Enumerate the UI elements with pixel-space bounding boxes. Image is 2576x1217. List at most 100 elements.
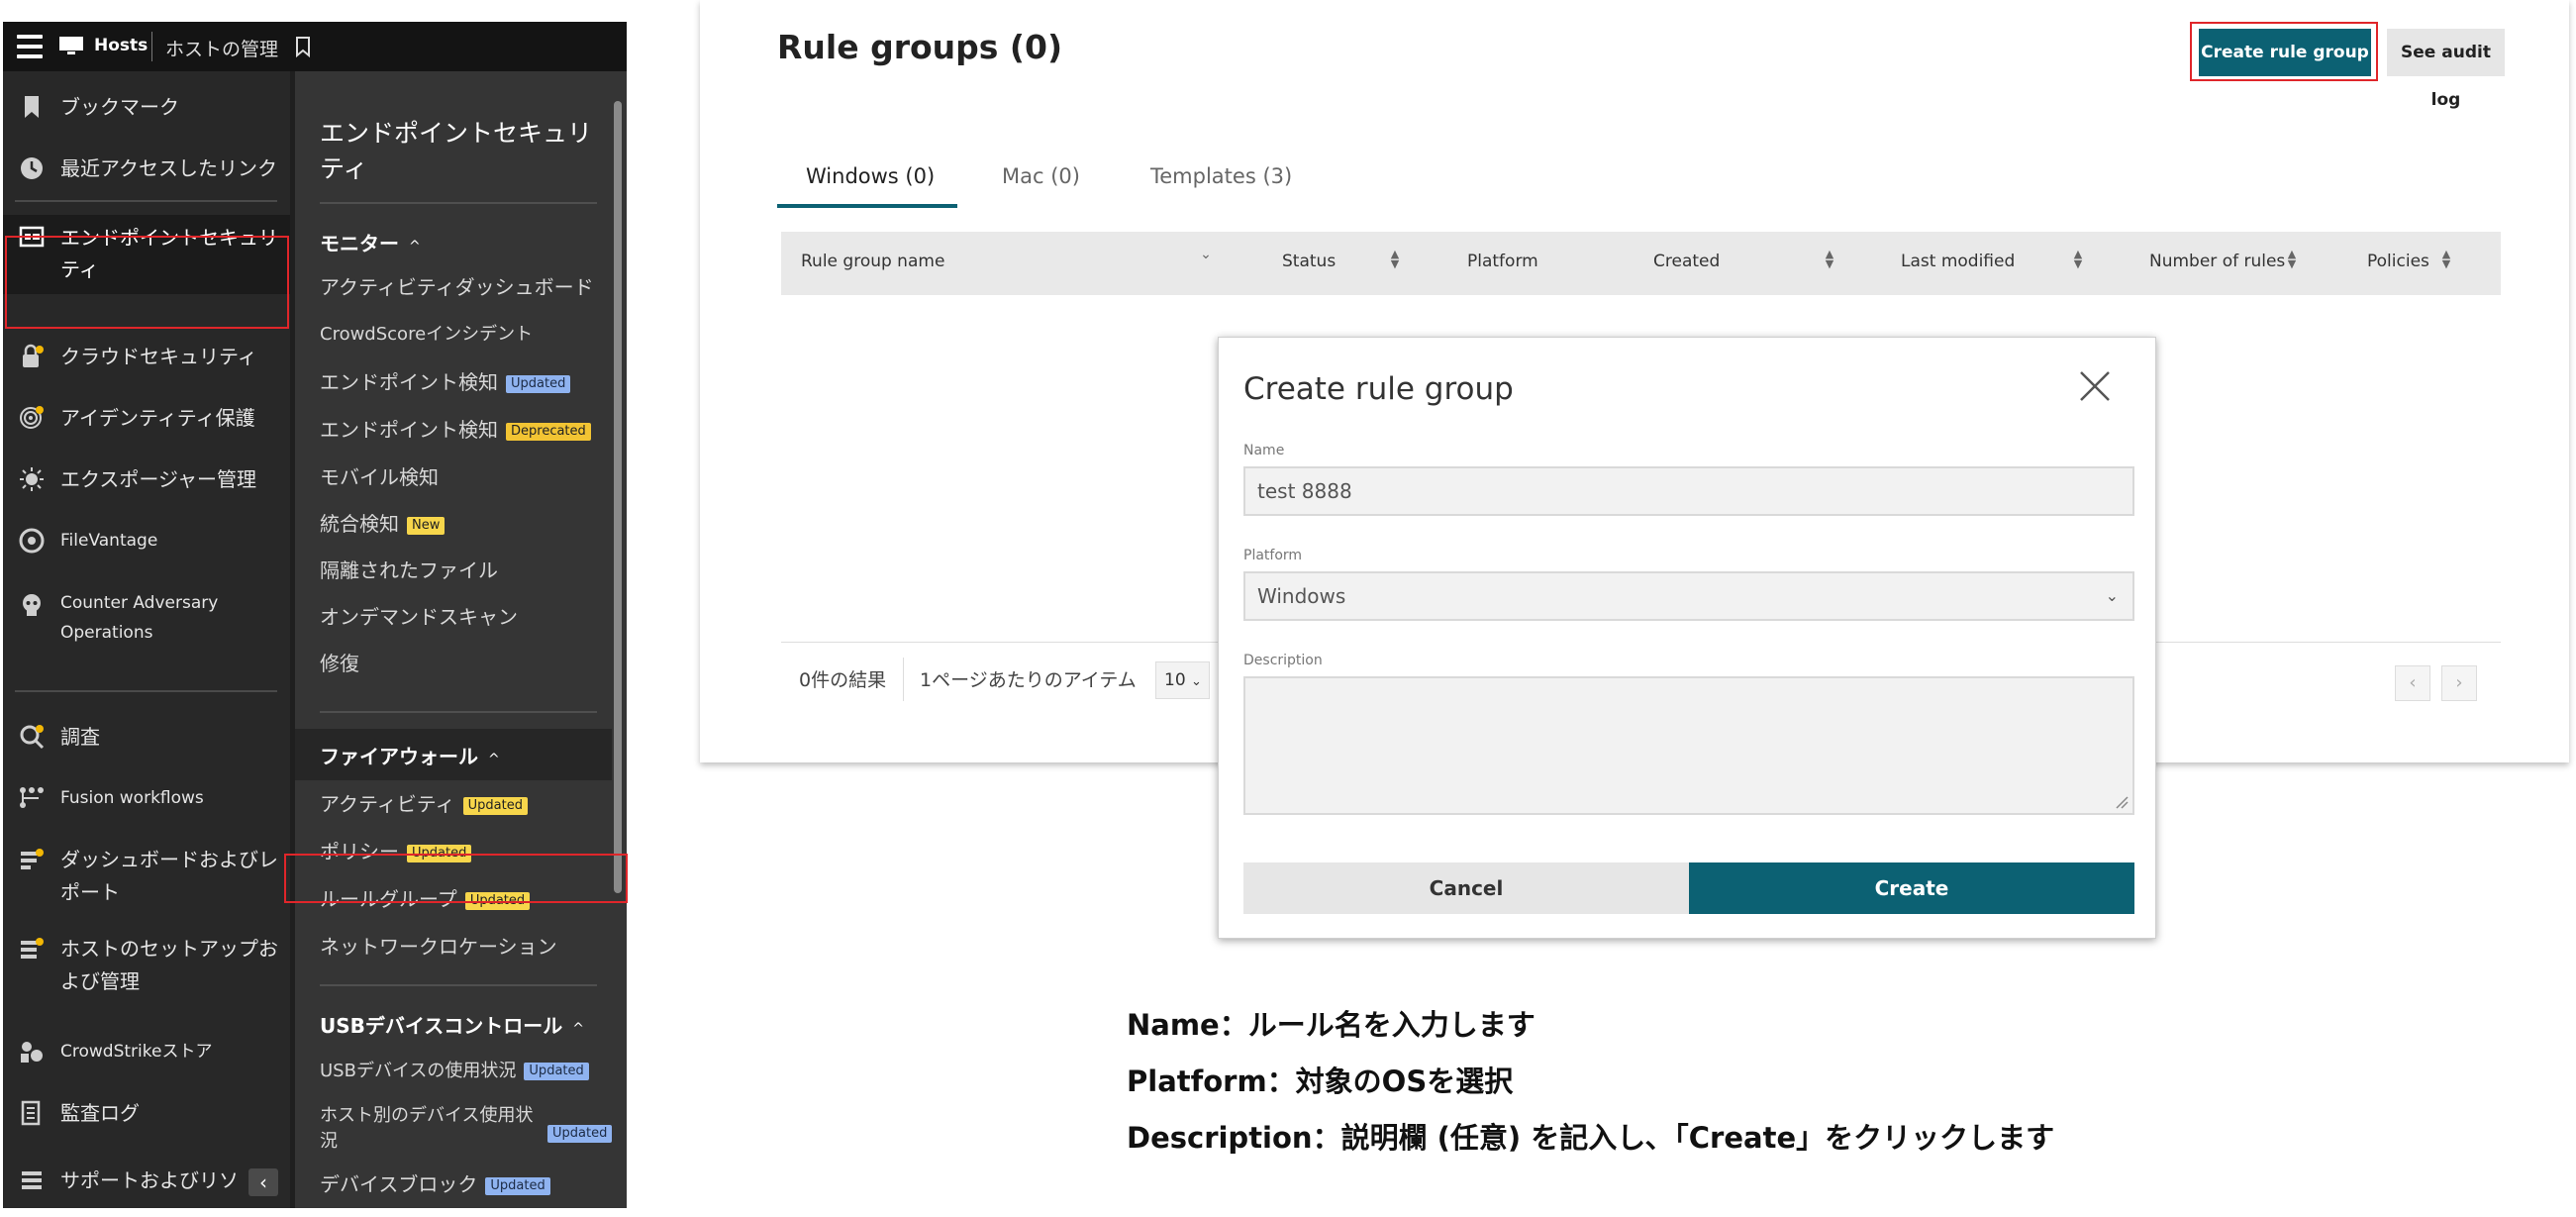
hamburger-menu-icon[interactable]	[17, 35, 43, 58]
monitor-icon	[59, 37, 83, 54]
updated-badge: Updated	[407, 845, 472, 862]
collapse-nav-button[interactable]: ‹	[248, 1168, 278, 1196]
sort-icon[interactable]: ▲ ▼	[1824, 249, 1835, 271]
updated-badge: Updated	[485, 1177, 550, 1195]
submenu-item[interactable]: アクティビティダッシュボード	[320, 273, 607, 301]
updated-badge: Updated	[462, 797, 528, 815]
submenu-item[interactable]: 修復	[320, 650, 607, 677]
see-audit-log-button[interactable]: See audit log	[2387, 29, 2505, 110]
platform-select[interactable]: Windows ⌄	[1243, 571, 2134, 621]
footer-divider	[903, 658, 904, 701]
sort-icon[interactable]: ▲ ▼	[2440, 249, 2452, 271]
column-number-of-rules[interactable]: Number of rules	[2149, 252, 2285, 271]
navigation-panel: Hosts ホストの管理 ブックマーク 最近アクセスしたリンク エンドポイントセ…	[3, 22, 627, 1208]
instruction-description: Description：説明欄 (任意) を記入し､「Create」をクリックし…	[1127, 1121, 2055, 1155]
chevron-up-icon: ^	[409, 239, 421, 254]
submenu-item[interactable]: 隔離されたファイル	[320, 557, 607, 584]
submenu-item[interactable]: ポリシー Updated	[320, 838, 607, 865]
screenshot-root: Hosts ホストの管理 ブックマーク 最近アクセスしたリンク エンドポイントセ…	[0, 0, 2576, 1217]
submenu-item[interactable]: エンドポイント検知 Deprecated	[320, 416, 607, 444]
investigate-icon	[20, 725, 45, 750]
sort-icon[interactable]: ▲ ▼	[2286, 249, 2298, 271]
resize-handle-icon[interactable]	[2115, 795, 2129, 809]
column-rule-group-name[interactable]: Rule group name	[801, 252, 944, 271]
cancel-button[interactable]: Cancel	[1243, 862, 1689, 914]
bookmark-outline-icon[interactable]	[295, 36, 311, 57]
column-created[interactable]: Created	[1653, 252, 1720, 271]
app-name: Hosts	[94, 36, 149, 55]
next-page-button[interactable]: ›	[2441, 665, 2477, 701]
submenu-item[interactable]: エンドポイント検知 Updated	[320, 368, 607, 396]
submenu-divider	[320, 711, 597, 713]
submenu-divider	[320, 984, 597, 986]
nav-item-counter-adversary[interactable]: Counter Adversary Operations	[3, 588, 290, 652]
topbar-divider	[151, 32, 152, 61]
submenu-item[interactable]: ネットワークロケーション	[320, 933, 607, 961]
column-policies[interactable]: Policies	[2367, 252, 2429, 271]
sort-icon[interactable]: ▲ ▼	[1389, 249, 1401, 271]
submenu-item[interactable]: CrowdScoreインシデント	[320, 321, 607, 349]
create-rule-group-modal: Create rule group Name test 8888 Platfor…	[1218, 337, 2156, 939]
audit-log-icon	[21, 1100, 41, 1126]
endpoint-security-submenu: エンドポイントセキュリティ モニター ^ アクティビティダッシュボード Crowd…	[295, 71, 627, 1208]
bookmark-icon	[25, 96, 39, 118]
nav-item-dashboards[interactable]: ダッシュボードおよびレポート	[3, 844, 290, 909]
column-status[interactable]: Status	[1282, 252, 1336, 271]
submenu-scrollbar[interactable]	[614, 101, 622, 893]
section-monitor[interactable]: モニター ^	[320, 228, 421, 256]
table-header: Rule group name ⌄ Status ▲ ▼ Platform Cre…	[781, 232, 2501, 295]
per-page-select[interactable]: 10 ⌄	[1155, 661, 1210, 699]
submenu-item[interactable]: USBデバイスの使用状況 Updated	[320, 1058, 607, 1085]
host-setup-icon	[21, 938, 44, 959]
submenu-item[interactable]: オンデマンドスキャン	[320, 603, 607, 631]
description-textarea[interactable]	[1243, 676, 2134, 815]
column-last-modified[interactable]: Last modified	[1901, 252, 2015, 271]
chevron-right-icon: ›	[2455, 672, 2463, 693]
nav-divider	[15, 690, 277, 692]
prev-page-button[interactable]: ‹	[2395, 665, 2430, 701]
submenu-item[interactable]: アクティビティ Updated	[320, 790, 607, 818]
cloud-lock-icon	[23, 344, 44, 367]
nav-item-endpoint-security[interactable]: エンドポイントセキュリティ	[3, 215, 290, 294]
submenu-divider	[320, 202, 597, 204]
name-label: Name	[1243, 443, 1285, 458]
chevron-left-icon: ‹	[2409, 672, 2417, 693]
updated-badge: Updated	[464, 892, 531, 910]
per-page-label: 1ページあたりのアイテム	[920, 669, 1137, 691]
support-icon	[22, 1171, 42, 1189]
submenu-item-rule-groups[interactable]: ルールグループ Updated	[320, 885, 607, 913]
section-firewall[interactable]: ファイアウォール ^	[320, 741, 500, 769]
submenu-item[interactable]: 統合検知 New	[320, 510, 607, 538]
submenu-item[interactable]: モバイル検知	[320, 463, 607, 491]
create-rule-group-button[interactable]: Create rule group	[2199, 29, 2371, 76]
instruction-name: Name：ルール名を入力します	[1127, 1008, 1536, 1042]
tab-templates[interactable]: Templates (3)	[1150, 164, 1292, 188]
chevron-down-icon[interactable]: ⌄	[1200, 248, 1212, 271]
nav-item-support[interactable]: サポートおよびリソース	[3, 1165, 290, 1200]
new-badge: New	[407, 517, 446, 535]
close-icon[interactable]	[2078, 369, 2112, 403]
store-icon	[21, 1042, 43, 1063]
section-usb[interactable]: USBデバイスコントロール ^	[320, 1010, 584, 1039]
column-platform[interactable]: Platform	[1467, 252, 1538, 271]
nav-divider	[15, 200, 277, 202]
updated-badge: Updated	[524, 1063, 589, 1080]
sort-icon[interactable]: ▲ ▼	[2072, 249, 2084, 271]
endpoint-icon	[19, 226, 45, 248]
tab-windows[interactable]: Windows (0)	[806, 164, 935, 188]
updated-badge: Updated	[547, 1125, 613, 1143]
nav-item-host-setup[interactable]: ホストのセットアップおよび管理	[3, 933, 290, 998]
modal-title: Create rule group	[1243, 371, 1514, 407]
submenu-item[interactable]: ホスト別のデバイス使用状況	[320, 1103, 538, 1155]
top-bar: Hosts ホストの管理	[3, 22, 627, 71]
clock-icon	[21, 157, 43, 179]
chevron-down-icon: ⌄	[2105, 586, 2119, 605]
submenu-item[interactable]: デバイスブロック Updated	[320, 1170, 607, 1198]
workflow-icon	[20, 787, 44, 808]
sun-icon	[20, 467, 44, 491]
chevron-up-icon: ^	[572, 1021, 585, 1037]
name-input[interactable]: test 8888	[1243, 466, 2134, 516]
create-button[interactable]: Create	[1689, 862, 2134, 914]
tab-mac[interactable]: Mac (0)	[1002, 164, 1080, 188]
skull-icon	[23, 594, 41, 616]
